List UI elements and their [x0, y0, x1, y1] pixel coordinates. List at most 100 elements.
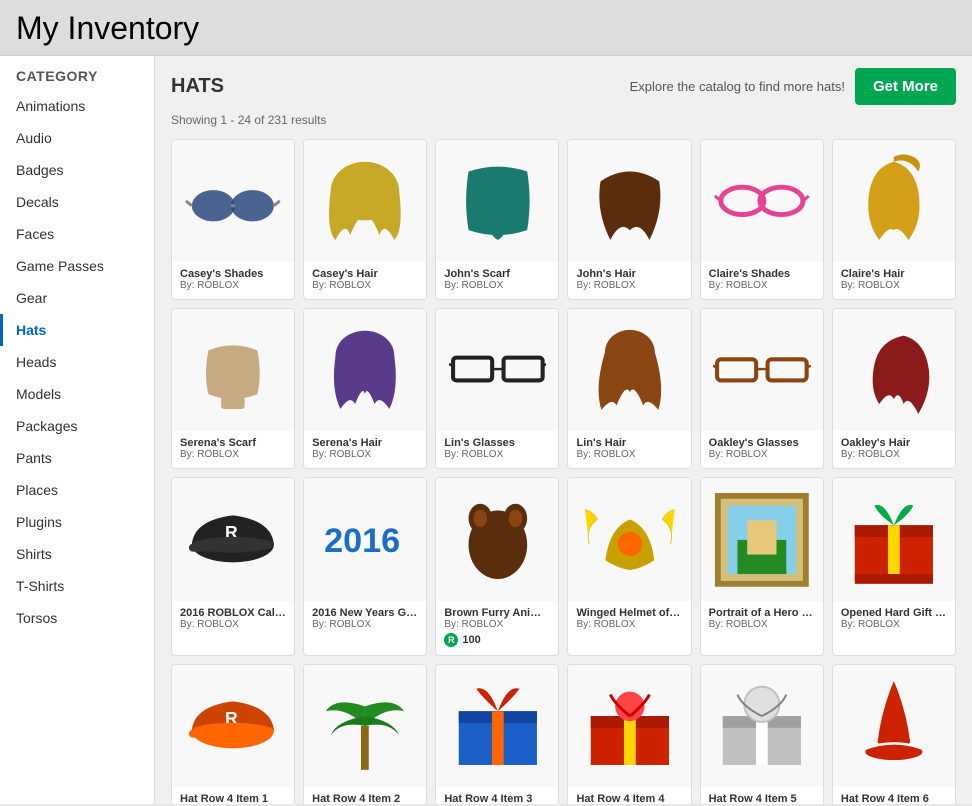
item-image	[436, 140, 558, 262]
sidebar-item-audio[interactable]: Audio	[0, 122, 154, 154]
item-name: Lin's Glasses	[444, 437, 550, 449]
sidebar: CATEGORY AnimationsAudioBadgesDecalsFace…	[0, 56, 155, 804]
item-info: 2016 ROBLOX Calend...By: ROBLOX	[172, 601, 294, 638]
sidebar-item-t-shirts[interactable]: T-Shirts	[0, 570, 154, 602]
item-name: John's Hair	[576, 268, 682, 280]
item-image	[436, 478, 558, 600]
item-card[interactable]: Claire's ShadesBy: ROBLOX	[700, 139, 824, 300]
item-info: Hat Row 4 Item 2By: ROBLOX	[304, 787, 426, 804]
item-card[interactable]: Brown Furry Animal H...By: ROBLOXR100	[435, 477, 559, 655]
sidebar-item-torsos[interactable]: Torsos	[0, 602, 154, 634]
item-info: Claire's ShadesBy: ROBLOX	[701, 262, 823, 299]
item-name: Hat Row 4 Item 5	[709, 793, 815, 804]
main-layout: CATEGORY AnimationsAudioBadgesDecalsFace…	[0, 56, 972, 804]
item-name: Claire's Shades	[709, 268, 815, 280]
item-image	[568, 665, 690, 787]
item-info: Lin's GlassesBy: ROBLOX	[436, 431, 558, 468]
sidebar-item-badges[interactable]: Badges	[0, 154, 154, 186]
item-card[interactable]: R Hat Row 4 Item 1By: ROBLOX	[171, 664, 295, 805]
item-info: Hat Row 4 Item 6By: ROBLOX	[833, 787, 955, 804]
item-name: Hat Row 4 Item 1	[180, 793, 286, 804]
item-name: Casey's Shades	[180, 268, 286, 280]
item-name: Serena's Scarf	[180, 437, 286, 449]
item-image	[568, 140, 690, 262]
catalog-cta: Explore the catalog to find more hats! G…	[630, 68, 956, 105]
item-card[interactable]: Casey's ShadesBy: ROBLOX	[171, 139, 295, 300]
sidebar-item-places[interactable]: Places	[0, 474, 154, 506]
sidebar-item-plugins[interactable]: Plugins	[0, 506, 154, 538]
item-card[interactable]: Serena's ScarfBy: ROBLOX	[171, 308, 295, 469]
item-price: R100	[444, 633, 550, 647]
item-image	[436, 665, 558, 787]
sidebar-item-decals[interactable]: Decals	[0, 186, 154, 218]
item-creator: By: ROBLOX	[576, 449, 682, 460]
item-card[interactable]: Hat Row 4 Item 2By: ROBLOX	[303, 664, 427, 805]
sidebar-item-shirts[interactable]: Shirts	[0, 538, 154, 570]
item-creator: By: ROBLOX	[180, 619, 286, 630]
sidebar-item-faces[interactable]: Faces	[0, 218, 154, 250]
get-more-button[interactable]: Get More	[855, 68, 956, 105]
sidebar-item-hats[interactable]: Hats	[0, 314, 154, 346]
item-card[interactable]: Claire's HairBy: ROBLOX	[832, 139, 956, 300]
item-info: John's HairBy: ROBLOX	[568, 262, 690, 299]
item-info: Oakley's HairBy: ROBLOX	[833, 431, 955, 468]
item-info: Oakley's GlassesBy: ROBLOX	[701, 431, 823, 468]
sidebar-item-heads[interactable]: Heads	[0, 346, 154, 378]
item-creator: By: ROBLOX	[709, 449, 815, 460]
item-creator: By: ROBLOX	[576, 619, 682, 630]
item-info: Hat Row 4 Item 3By: ROBLOX	[436, 787, 558, 804]
sidebar-item-animations[interactable]: Animations	[0, 90, 154, 122]
item-card[interactable]: Hat Row 4 Item 6By: ROBLOX	[832, 664, 956, 805]
item-name: Serena's Hair	[312, 437, 418, 449]
item-image	[436, 309, 558, 431]
item-name: Hat Row 4 Item 2	[312, 793, 418, 804]
item-card[interactable]: Oakley's GlassesBy: ROBLOX	[700, 308, 824, 469]
item-card[interactable]: Hat Row 4 Item 3By: ROBLOX	[435, 664, 559, 805]
item-creator: By: ROBLOX	[312, 619, 418, 630]
page-title: My Inventory	[0, 0, 972, 56]
item-card[interactable]: Casey's HairBy: ROBLOX	[303, 139, 427, 300]
sidebar-item-game-passes[interactable]: Game Passes	[0, 250, 154, 282]
item-info: 2016 New Years Glass...By: ROBLOX	[304, 601, 426, 638]
item-creator: By: ROBLOX	[709, 619, 815, 630]
sidebar-item-models[interactable]: Models	[0, 378, 154, 410]
item-info: Hat Row 4 Item 5By: ROBLOX	[701, 787, 823, 804]
item-image	[833, 478, 955, 600]
sidebar-item-packages[interactable]: Packages	[0, 410, 154, 442]
sidebar-item-pants[interactable]: Pants	[0, 442, 154, 474]
item-name: Claire's Hair	[841, 268, 947, 280]
item-name: John's Scarf	[444, 268, 550, 280]
item-card[interactable]: Hat Row 4 Item 5By: ROBLOX	[700, 664, 824, 805]
item-info: Serena's ScarfBy: ROBLOX	[172, 431, 294, 468]
item-info: Casey's HairBy: ROBLOX	[304, 262, 426, 299]
item-image: 2016	[304, 478, 426, 600]
item-card[interactable]: John's HairBy: ROBLOX	[567, 139, 691, 300]
content-header: HATS Explore the catalog to find more ha…	[171, 68, 956, 105]
item-creator: By: ROBLOX	[312, 449, 418, 460]
item-name: Casey's Hair	[312, 268, 418, 280]
item-creator: By: ROBLOX	[444, 280, 550, 291]
item-creator: By: ROBLOX	[841, 449, 947, 460]
item-creator: By: ROBLOX	[312, 280, 418, 291]
item-card[interactable]: Lin's GlassesBy: ROBLOX	[435, 308, 559, 469]
item-card[interactable]: Serena's HairBy: ROBLOX	[303, 308, 427, 469]
item-card[interactable]: 2016 2016 New Years Glass...By: ROBLOX	[303, 477, 427, 655]
item-name: Opened Hard Gift of A...	[841, 607, 947, 619]
content-area: HATS Explore the catalog to find more ha…	[155, 56, 972, 804]
item-info: Opened Hard Gift of A...By: ROBLOX	[833, 601, 955, 638]
item-name: 2016 ROBLOX Calend...	[180, 607, 286, 619]
item-card[interactable]: Oakley's HairBy: ROBLOX	[832, 308, 956, 469]
item-card[interactable]: Opened Hard Gift of A...By: ROBLOX	[832, 477, 956, 655]
item-card[interactable]: John's ScarfBy: ROBLOX	[435, 139, 559, 300]
item-card[interactable]: Lin's HairBy: ROBLOX	[567, 308, 691, 469]
sidebar-item-gear[interactable]: Gear	[0, 282, 154, 314]
item-card[interactable]: Hat Row 4 Item 4By: ROBLOX	[567, 664, 691, 805]
item-card[interactable]: Portrait of a Hero in R...By: ROBLOX	[700, 477, 824, 655]
item-creator: By: ROBLOX	[444, 449, 550, 460]
item-creator: By: ROBLOX	[709, 280, 815, 291]
item-card[interactable]: R 2016 ROBLOX Calend...By: ROBLOX	[171, 477, 295, 655]
item-info: Brown Furry Animal H...By: ROBLOXR100	[436, 601, 558, 655]
item-card[interactable]: Winged Helmet of Ach...By: ROBLOX	[567, 477, 691, 655]
item-image	[172, 309, 294, 431]
item-name: Lin's Hair	[576, 437, 682, 449]
